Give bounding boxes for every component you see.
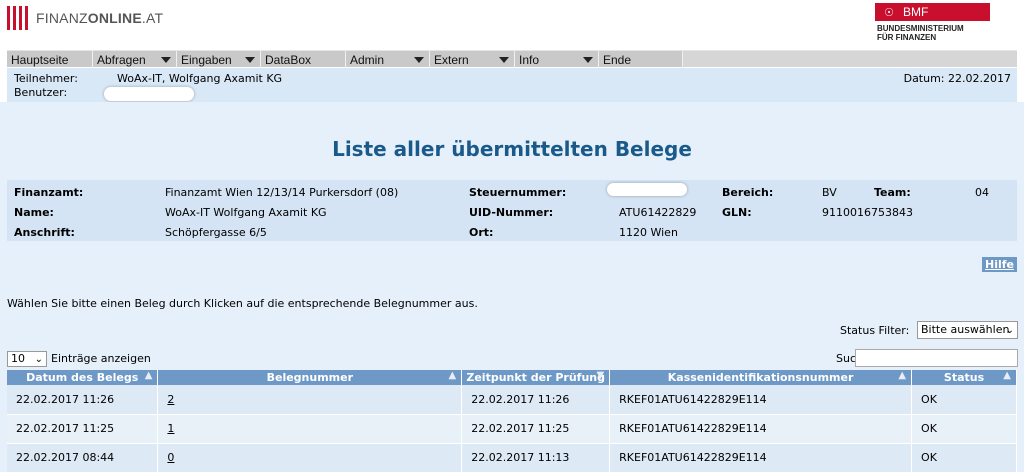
cell-status: OK — [911, 385, 1017, 415]
menu-admin[interactable]: Admin — [346, 51, 430, 68]
anschrift-value: Schöpfergasse 6/5 — [165, 226, 267, 239]
menu-databox[interactable]: DataBox — [261, 51, 346, 68]
menu-extern[interactable]: Extern — [430, 51, 515, 68]
menu-ende[interactable]: Ende — [599, 51, 683, 68]
chevron-down-icon: ⌄ — [1005, 325, 1014, 336]
redacted-benutzer — [104, 87, 194, 101]
bmf-logo[interactable]: ☉ BMF BUNDESMINISTERIUM FÜR FINANZEN — [875, 3, 990, 43]
bmf-short: BMF — [903, 5, 929, 19]
help-button[interactable]: Hilfe — [982, 257, 1017, 272]
sort-icon: ▲︎ — [144, 370, 153, 381]
belegnummer-link[interactable]: 1 — [167, 422, 174, 435]
col-header-zeitpunkt[interactable]: Zeitpunkt der Prüfung ▼ — [461, 370, 611, 385]
chevron-down-icon — [414, 57, 424, 63]
sort-icon: ▲︎ — [898, 370, 907, 381]
team-label: Team: — [874, 186, 911, 199]
table-row: 22.02.2017 08:44 0 22.02.2017 11:13 RKEF… — [7, 443, 1017, 472]
search-input[interactable] — [855, 349, 1018, 367]
col-header-status[interactable]: Status ▲︎ — [911, 370, 1017, 385]
teilnehmer-label: Teilnehmer: — [14, 72, 78, 85]
team-value: 04 — [975, 186, 989, 199]
status-filter-select[interactable]: Bitte auswählen ⌄ — [917, 321, 1018, 339]
top-header: FINANZONLINE.AT ☉ BMF BUNDESMINISTERIUM … — [0, 0, 1024, 49]
menu-info[interactable]: Info — [515, 51, 599, 68]
cell-zeitpunkt: 22.02.2017 11:13 — [461, 443, 611, 472]
chevron-down-icon — [161, 57, 171, 63]
receipts-table: Datum des Belegs ▲︎ Belegnummer ▲︎ Zeitpun… — [7, 370, 1017, 472]
menu-filler — [683, 51, 1017, 67]
gln-value: 9110016753843 — [822, 206, 913, 219]
anschrift-label: Anschrift: — [14, 226, 75, 239]
cell-datum: 22.02.2017 08:44 — [7, 443, 159, 472]
sort-desc-icon: ▼ — [596, 370, 605, 381]
col-header-datum[interactable]: Datum des Belegs ▲︎ — [7, 370, 159, 385]
redacted-steuernummer — [607, 183, 687, 196]
table-row: 22.02.2017 11:25 1 22.02.2017 11:25 RKEF… — [7, 414, 1017, 444]
gln-label: GLN: — [722, 206, 752, 219]
menu-hauptseite[interactable]: Hauptseite — [7, 51, 93, 68]
uid-value: ATU61422829 — [619, 206, 697, 219]
cell-status: OK — [911, 443, 1017, 472]
eagle-icon: ☉ — [884, 6, 894, 19]
bereich-label: Bereich: — [722, 186, 774, 199]
status-filter-value: Bitte auswählen — [921, 323, 1010, 336]
logo-text: FINANZONLINE.AT — [36, 10, 164, 26]
cell-zeitpunkt: 22.02.2017 11:26 — [461, 385, 611, 415]
cell-kassenid: RKEF01ATU61422829E114 — [609, 414, 913, 444]
chevron-down-icon — [583, 57, 593, 63]
finanzonline-logo[interactable]: FINANZONLINE.AT — [7, 6, 163, 30]
page-title: Liste aller übermittelten Belege — [332, 137, 692, 161]
cell-kassenid: RKEF01ATU61422829E114 — [609, 385, 913, 415]
table-row: 22.02.2017 11:26 2 22.02.2017 11:26 RKEF… — [7, 385, 1017, 415]
datum: Datum: 22.02.2017 — [903, 72, 1011, 85]
col-header-kassenid[interactable]: Kassenidentifikationsnummer ▲︎ — [609, 370, 913, 385]
belegnummer-link[interactable]: 2 — [167, 393, 174, 406]
cell-status: OK — [911, 414, 1017, 444]
cell-belegnummer: 1 — [157, 414, 463, 444]
chevron-down-icon — [499, 57, 509, 63]
col-header-belegnummer[interactable]: Belegnummer ▲︎ — [157, 370, 463, 385]
logo-stripes-icon — [7, 6, 31, 30]
menu-abfragen[interactable]: Abfragen — [93, 51, 177, 68]
main-menu: Hauptseite Abfragen Eingaben DataBox Adm… — [7, 50, 1017, 68]
cell-datum: 22.02.2017 11:25 — [7, 414, 159, 444]
entries-label: Einträge anzeigen — [51, 352, 151, 365]
cell-datum: 22.02.2017 11:26 — [7, 385, 159, 415]
teilnehmer-value: WoAx-IT, Wolfgang Axamit KG — [117, 72, 283, 85]
name-label: Name: — [14, 206, 54, 219]
belegnummer-link[interactable]: 0 — [167, 451, 174, 464]
ort-label: Ort: — [469, 226, 494, 239]
finanzamt-value: Finanzamt Wien 12/13/14 Purkersdorf (08) — [165, 186, 399, 199]
sort-icon: ▲︎ — [1003, 370, 1011, 381]
sort-icon: ▲︎ — [448, 370, 457, 381]
bmf-subtitle: BUNDESMINISTERIUM FÜR FINANZEN — [877, 24, 964, 42]
cell-belegnummer: 0 — [157, 443, 463, 472]
cell-belegnummer: 2 — [157, 385, 463, 415]
cell-zeitpunkt: 22.02.2017 11:25 — [461, 414, 611, 444]
entries-length-value: 10 — [11, 352, 25, 365]
session-info: Teilnehmer: WoAx-IT, Wolfgang Axamit KG … — [7, 68, 1017, 102]
name-value: WoAx-IT Wolfgang Axamit KG — [165, 206, 327, 219]
chevron-down-icon: ⌄ — [34, 354, 43, 365]
steuernummer-label: Steuernummer: — [469, 186, 567, 199]
menu-eingaben[interactable]: Eingaben — [177, 51, 261, 68]
cell-kassenid: RKEF01ATU61422829E114 — [609, 443, 913, 472]
bereich-value: BV — [822, 186, 837, 199]
finanzamt-label: Finanzamt: — [14, 186, 84, 199]
instruction-text: Wählen Sie bitte einen Beleg durch Klick… — [7, 297, 478, 310]
chevron-down-icon — [245, 57, 255, 63]
uid-label: UID-Nummer: — [469, 206, 554, 219]
status-filter-label: Status Filter: — [840, 324, 910, 337]
entries-length-select[interactable]: 10 ⌄ — [7, 351, 47, 367]
taxpayer-details: Finanzamt: Finanzamt Wien 12/13/14 Purke… — [7, 180, 1017, 241]
ort-value: 1120 Wien — [619, 226, 678, 239]
benutzer-label: Benutzer: — [14, 86, 68, 99]
